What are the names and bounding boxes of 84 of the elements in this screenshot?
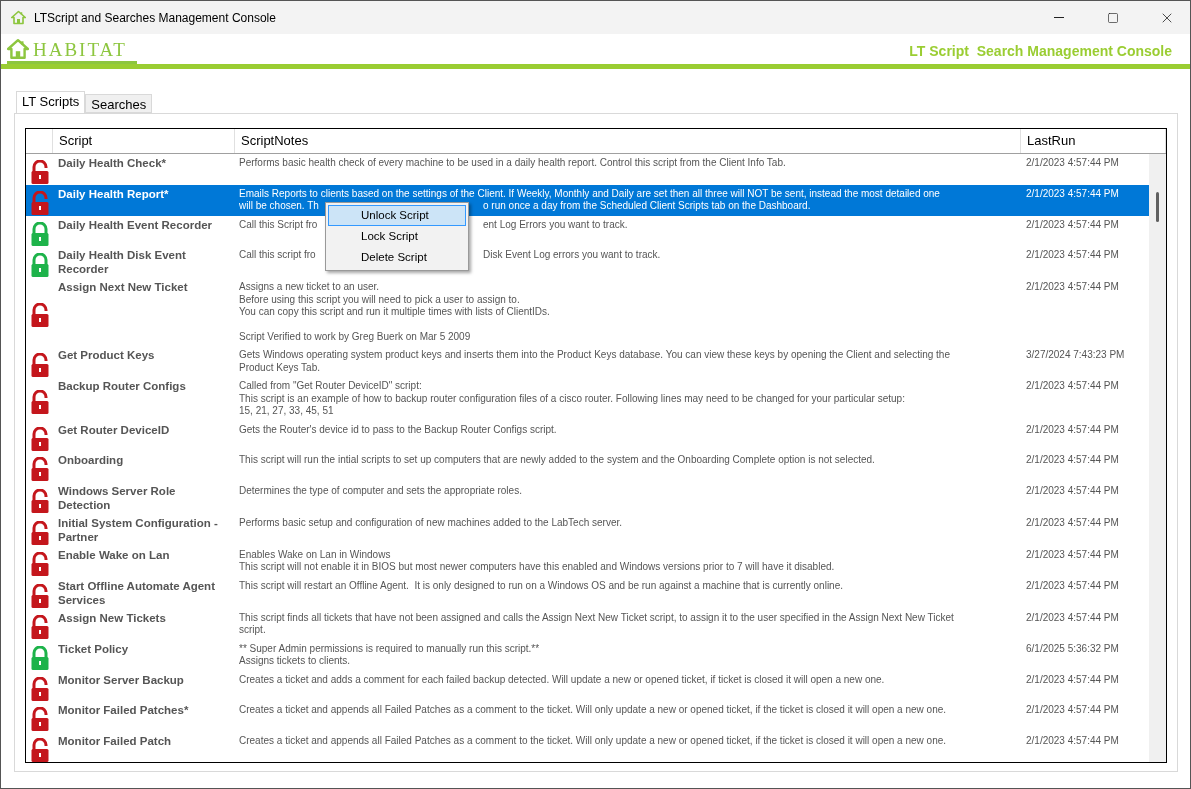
last-run: 2/1/2023 4:57:44 PM (1026, 734, 1119, 746)
script-notes: Called from "Get Router DeviceID" script: (239, 380, 422, 393)
script-name: Windows Server Role Detection (58, 484, 176, 511)
script-notes: Determines the type of computer and sets the appropriate roles. (239, 484, 522, 497)
last-run: 2/1/2023 4:57:44 PM (1026, 548, 1119, 560)
script-name: Daily Health Disk Event Recorder (58, 249, 186, 275)
menu-item[interactable]: Delete Script (328, 247, 466, 268)
last-run: 2/1/2023 4:57:44 PM (1026, 673, 1119, 685)
script-notes: Script Verified to work by Greg Buerk on Mar 5 2009 (239, 330, 471, 343)
script-notes: will be chosen. Th (239, 200, 320, 213)
last-run: 2/1/2023 4:57:44 PM (1026, 516, 1119, 528)
last-run: 2/1/2023 4:57:44 PM (1026, 380, 1119, 391)
last-run: 2/1/2023 4:57:44 PM (1026, 423, 1119, 435)
last-run: 2/1/2023 4:57:44 PM (1026, 454, 1119, 465)
menu-item[interactable]: Unlock Script (328, 205, 466, 226)
last-run: 6/1/2025 5:36:32 PM (1026, 642, 1119, 654)
script-notes: Emails Reports to clients based on the settings of the Client. If Weekly, Monthly and Daily are set then all three will NOT be sent, instead the most detailed one (239, 187, 940, 200)
script-notes: Creates a ticket and adds a comment for each failed backup detected. Will update a new or opened ticket, if ticket is closed it will open a new one. (239, 673, 885, 686)
last-run: 2/1/2023 4:57:44 PM (1026, 187, 1119, 199)
tab[interactable]: LT Scripts (16, 91, 86, 113)
last-run: 2/1/2023 4:57:44 PM (1026, 249, 1119, 260)
script-name: Daily Health Report* (58, 187, 169, 200)
last-run: 2/1/2023 4:57:44 PM (1026, 579, 1119, 591)
script-notes: Performs basic health check of every machine to be used in a daily health report. Control this script from the Client Info Tab. (239, 157, 786, 170)
script-name: Monitor Server Backup (58, 673, 184, 686)
script-name: Assign New Tickets (58, 611, 166, 624)
house-icon (11, 10, 26, 25)
script-notes: This script will restart an Offline Agent. It is only designed to run on a Windows OS and be run against a machine that is currently online. (239, 579, 843, 592)
script-notes: Assigns a new ticket to an user. (239, 281, 380, 294)
console-title: LT Script Search Management Console (909, 43, 1172, 59)
script-notes: Before using this script you will need to pick a user to assign to. (239, 293, 520, 306)
script-notes: 15, 21, 27, 33, 45, 51 (239, 405, 334, 418)
script-notes: Enables Wake on Lan in Windows (239, 548, 391, 561)
script-notes: Creates a ticket and appends all Failed Patches as a comment to the ticket. Will only update a new or opened ticket, if the ticket is closed it will open a new one. (239, 734, 947, 747)
column-header[interactable]: ScriptNotes (235, 129, 1021, 153)
last-run: 2/1/2023 4:57:44 PM (1026, 611, 1119, 623)
last-run: 2/1/2023 4:57:44 PM (1026, 218, 1119, 230)
script-name: Monitor Failed Patches* (58, 704, 189, 716)
maximize-icon (1107, 11, 1119, 24)
script-name: Daily Health Event Recorder (58, 218, 213, 231)
last-run: 3/27/2024 7:43:23 PM (1026, 349, 1125, 360)
script-name: Onboarding (58, 454, 124, 466)
script-name: Daily Health Check* (58, 157, 166, 169)
script-name: Get Router DeviceID (58, 423, 170, 436)
script-notes: o run once a day from the Scheduled Client Scripts tab on the Dashboard. (483, 200, 811, 213)
menu-item[interactable]: Lock Script (328, 226, 466, 247)
logo-text: HABITAT (33, 40, 128, 60)
script-name: Get Product Keys (58, 349, 155, 361)
last-run: 2/1/2023 4:57:44 PM (1026, 157, 1119, 168)
house-icon (7, 38, 29, 60)
last-run: 2/1/2023 4:57:44 PM (1026, 704, 1119, 715)
minimize-icon (1054, 17, 1064, 18)
script-notes: ent Log Errors you want to track. (483, 218, 628, 231)
script-name: Start Offline Automate Agent Services (58, 579, 215, 606)
window-title: LTScript and Searches Management Console (34, 10, 277, 25)
script-notes: Disk Event Log errors you want to track. (483, 249, 661, 262)
last-run: 2/1/2023 4:57:44 PM (1026, 484, 1119, 496)
script-notes: script. (239, 624, 266, 637)
script-name: Initial System Configuration - Partner (58, 516, 218, 543)
script-name: Assign Next New Ticket (58, 281, 188, 293)
scrollbar[interactable] (1149, 154, 1166, 762)
column-header[interactable]: LastRun (1021, 129, 1166, 153)
last-run: 2/1/2023 4:57:44 PM (1026, 281, 1119, 292)
script-notes: Creates a ticket and appends all Failed Patches as a comment to the ticket. Will only update a new or opened ticket, if the ticket is closed it will open a new one. (239, 704, 947, 717)
script-notes: This script is an example of how to backup router configuration files of a cisco router. Following lines may need to be changed for your particular setup: (239, 392, 905, 405)
script-notes: Performs basic setup and configuration of new machines added to the LabTech server. (239, 516, 622, 529)
scrollbar-thumb[interactable] (1156, 192, 1159, 222)
script-name: Monitor Failed Patch (58, 734, 172, 747)
script-name: Ticket Policy (58, 642, 129, 655)
script-notes: Call this Script fro (239, 218, 319, 231)
script-notes: Gets Windows operating system product keys and inserts them into the Product Keys database. You can view these keys by opening the Client and selecting the (239, 349, 950, 362)
script-notes: ** Super Admin permissions is required to manually run this script.** (239, 642, 540, 655)
script-notes: Product Keys Tab. (239, 361, 320, 374)
column-header[interactable]: Script (53, 129, 235, 153)
script-notes: Gets the Router's device id to pass to the Backup Router Configs script. (239, 423, 557, 436)
tab[interactable]: Searches (85, 94, 153, 113)
script-notes: You can copy this script and run it multiple times with lists of ClientIDs. (239, 306, 550, 319)
script-notes: This script finds all tickets that have not been assigned and calls the Assign Next New Ticket script, to assign it to the user specified in the Assign Next New Ticket (239, 611, 954, 624)
script-notes: Call this script fro (239, 249, 317, 262)
script-name: Enable Wake on Lan (58, 548, 170, 561)
script-name: Backup Router Configs (58, 380, 186, 392)
script-notes: This script will run the intial scripts to set up computers that are newly added to the system and the Onboarding Complete option is not selected. (239, 454, 875, 467)
script-notes: Assigns tickets to clients. (239, 655, 351, 668)
script-notes: This script will not enable it in BIOS but most newer computers have this enabled and Windows versions prior to 7 will have it disabled. (239, 561, 835, 574)
